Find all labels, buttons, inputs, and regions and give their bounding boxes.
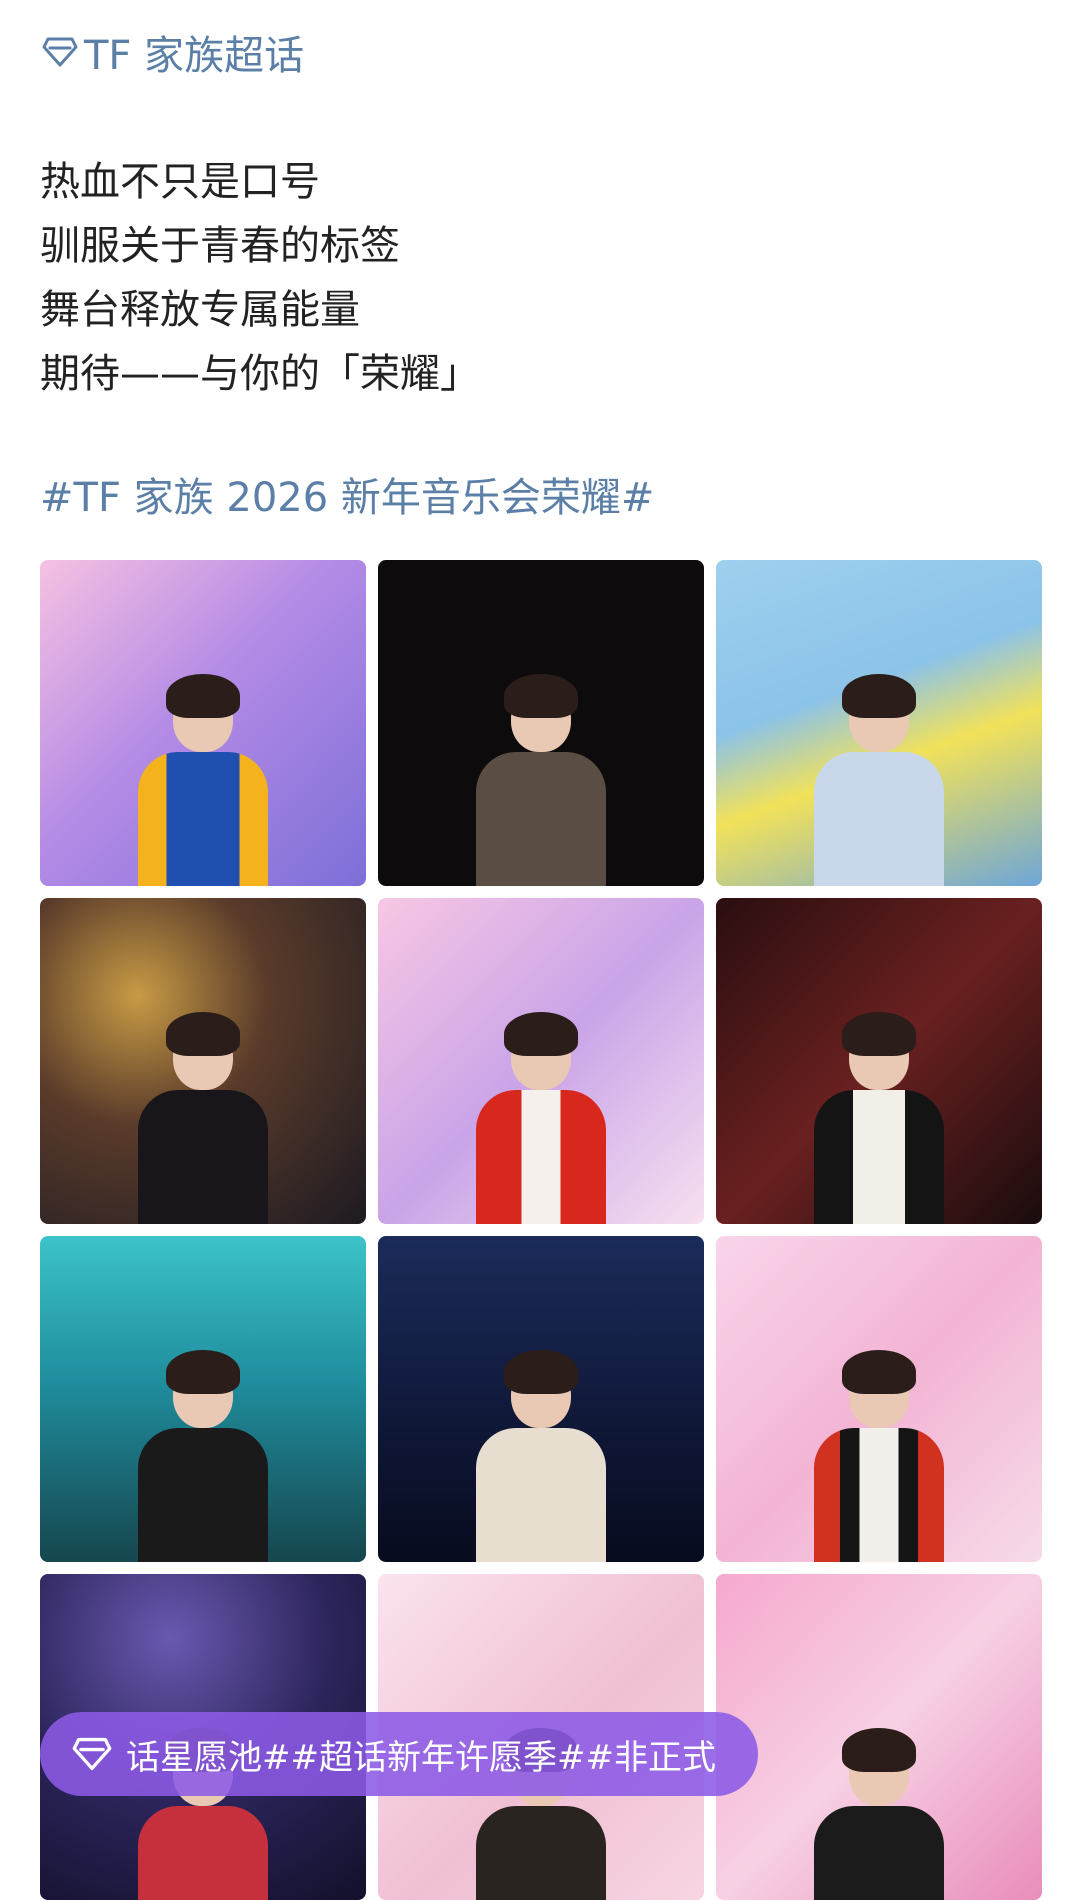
super-topic-diamond-icon (68, 1730, 116, 1778)
photo-12[interactable] (716, 1574, 1042, 1900)
performer-figure (804, 656, 954, 886)
floating-topic-text: 话星愿池##超话新年许愿季##非正式 (126, 1737, 716, 1778)
photo-7[interactable] (40, 1236, 366, 1562)
performer-figure (128, 656, 278, 886)
performer-figure (466, 656, 616, 886)
post-line: 期待——与你的「荣耀」 (40, 351, 480, 397)
performer-figure (804, 1710, 954, 1900)
performer-figure (466, 994, 616, 1224)
post-line: 舞台释放专属能量 (40, 287, 360, 333)
performer-figure (804, 994, 954, 1224)
photo-3[interactable] (716, 560, 1042, 886)
performer-figure (804, 1332, 954, 1562)
photo-8[interactable] (378, 1236, 704, 1562)
post-body: 热血不只是口号 驯服关于青春的标签 舞台释放专属能量 期待——与你的「荣耀」 (40, 150, 480, 406)
photo-5[interactable] (378, 898, 704, 1224)
floating-topic-bar[interactable]: 话星愿池##超话新年许愿季##非正式 (40, 1712, 758, 1796)
performer-figure (466, 1332, 616, 1562)
photo-2[interactable] (378, 560, 704, 886)
post-line: 驯服关于青春的标签 (40, 223, 400, 269)
photo-1[interactable] (40, 560, 366, 886)
performer-figure (128, 994, 278, 1224)
photo-9[interactable] (716, 1236, 1042, 1562)
hashtag-link[interactable]: #TF 家族 2026 新年音乐会荣耀# (40, 470, 654, 526)
super-topic-label: TF 家族超话 (84, 33, 305, 79)
photo-4[interactable] (40, 898, 366, 1224)
photo-6[interactable] (716, 898, 1042, 1224)
post-line: 热血不只是口号 (40, 159, 320, 205)
photo-grid (40, 560, 1042, 1900)
super-topic-diamond-icon (40, 32, 80, 72)
performer-figure (128, 1332, 278, 1562)
super-topic-link[interactable]: TF 家族超话 (40, 24, 304, 80)
